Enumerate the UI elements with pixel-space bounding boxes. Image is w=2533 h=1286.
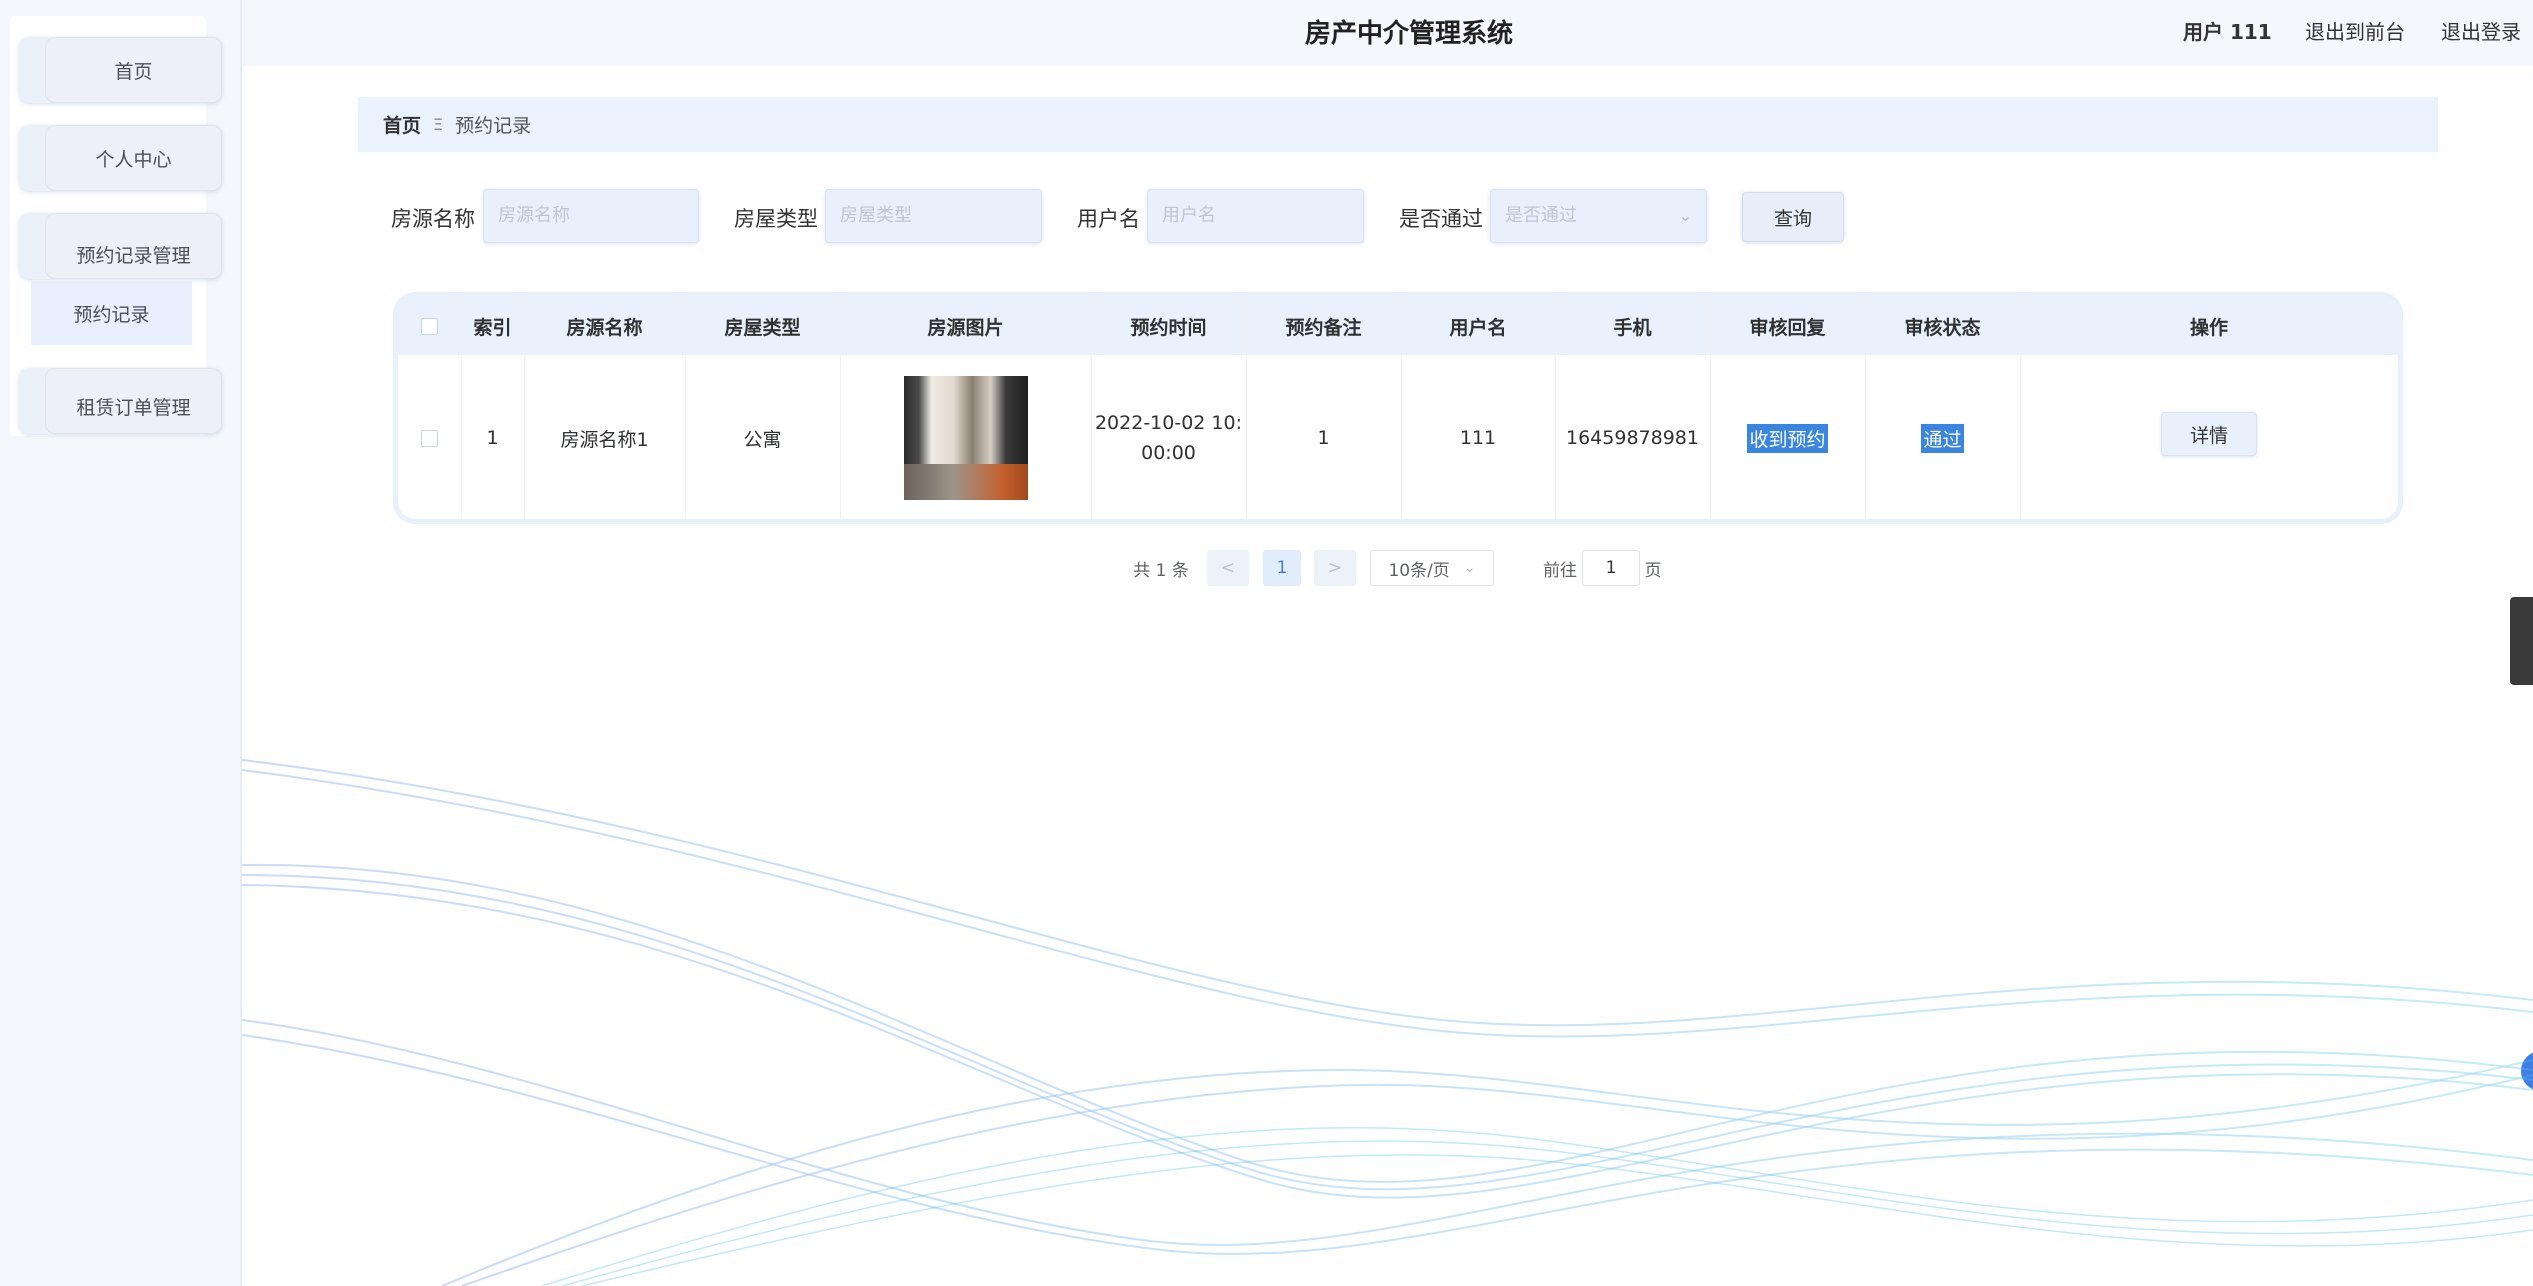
row-checkbox[interactable] <box>398 355 461 519</box>
goto-label: 前往 <box>1543 560 1577 581</box>
breadcrumb-separator-icon: Ξ <box>433 115 444 134</box>
sidebar-item-label: 首页 <box>45 37 222 103</box>
appointment-table: 索引 房源名称 房屋类型 房源图片 预约时间 预约备注 用户名 手机 审核回复 … <box>393 292 2403 524</box>
cell-review-reply: 收到预约 <box>1710 355 1865 519</box>
col-header-house-name: 房源名称 <box>566 316 643 339</box>
query-button[interactable]: 查询 <box>1742 192 1844 242</box>
approved-label: 是否通过 <box>1399 207 1483 231</box>
cell-house-image <box>840 355 1091 519</box>
house-name-input[interactable]: 房源名称 <box>483 189 699 243</box>
sidebar-item-label: 租赁订单管理 <box>45 368 222 434</box>
house-photo[interactable] <box>903 376 1028 500</box>
sidebar-item-label: 个人中心 <box>45 125 222 191</box>
select-all-checkbox[interactable] <box>398 297 461 355</box>
house-name-label: 房源名称 <box>391 207 475 231</box>
col-header-appointment-time: 预约时间 <box>1130 316 1207 339</box>
cell-username: 111 <box>1459 427 1497 449</box>
app-title: 房产中介管理系统 <box>1305 19 1514 49</box>
cell-phone: 16459878981 <box>1566 427 1699 449</box>
goto-page-input[interactable]: 1 <box>1582 550 1640 586</box>
review-reply-text: 收到预约 <box>1747 423 1828 453</box>
house-type-label: 房屋类型 <box>734 207 818 231</box>
detail-button[interactable]: 详情 <box>2161 412 2257 456</box>
cell-house-name: 房源名称1 <box>560 428 649 451</box>
cell-house-type: 公寓 <box>743 428 782 451</box>
cell-remark: 1 <box>1317 427 1330 449</box>
page-size-value: 10条/页 <box>1388 560 1450 581</box>
col-header-actions: 操作 <box>2189 316 2228 339</box>
next-page-button[interactable]: > <box>1314 550 1356 586</box>
chevron-down-icon: ⌄ <box>1678 206 1692 225</box>
cell-actions: 详情 <box>2020 355 2398 519</box>
sidebar-subitem-appointment-records[interactable]: 预约记录 <box>31 281 192 345</box>
sidebar-item-home[interactable]: 首页 <box>19 37 222 103</box>
appointment-time-line2: 00:00 <box>1141 442 1196 464</box>
background-waves <box>242 759 2533 1286</box>
sidebar: 首页 个人中心 预约记录管理 预约记录 租赁订单管理 <box>0 0 242 1286</box>
appointment-time-line1: 2022-10-02 10: <box>1094 412 1243 434</box>
approved-select-placeholder: 是否通过 <box>1505 205 1577 226</box>
username-input[interactable]: 用户名 <box>1147 189 1364 243</box>
col-header-house-type: 房屋类型 <box>724 316 801 339</box>
username-label: 用户名 <box>1077 207 1140 231</box>
breadcrumb-current: 预约记录 <box>455 115 532 137</box>
breadcrumb-home[interactable]: 首页 <box>383 111 421 138</box>
col-header-house-image: 房源图片 <box>927 316 1004 339</box>
page-size-select[interactable]: 10条/页 ⌄ <box>1370 550 1494 586</box>
cell-index: 1 <box>486 427 499 449</box>
sidebar-item-rental-orders[interactable]: 租赁订单管理 <box>19 368 222 434</box>
house-type-input[interactable]: 房屋类型 <box>825 189 1042 243</box>
breadcrumb: 首页 Ξ 预约记录 <box>358 97 2438 152</box>
col-header-index: 索引 <box>473 316 512 339</box>
col-header-remark: 预约备注 <box>1285 316 1362 339</box>
col-header-review-reply: 审核回复 <box>1749 316 1826 339</box>
back-to-front-link[interactable]: 退出到前台 <box>2305 16 2405 45</box>
sidebar-item-appointment-management[interactable]: 预约记录管理 <box>19 213 222 279</box>
approved-select[interactable]: 是否通过 ⌄ <box>1490 189 1707 243</box>
col-header-review-status: 审核状态 <box>1904 316 1981 339</box>
current-user: 用户 111 <box>2183 20 2272 44</box>
pagination-total: 共 1 条 <box>1133 560 1189 581</box>
col-header-username: 用户名 <box>1449 316 1507 339</box>
cell-appointment-time: 2022-10-02 10: 00:00 <box>1091 355 1246 519</box>
logout-link[interactable]: 退出登录 <box>2441 16 2521 45</box>
chevron-down-icon: ⌄ <box>1463 560 1476 576</box>
sidebar-item-label: 预约记录管理 <box>45 213 222 279</box>
page-number-1[interactable]: 1 <box>1263 550 1301 586</box>
cell-review-status: 通过 <box>1865 355 2020 519</box>
review-status-text: 通过 <box>1921 423 1964 453</box>
col-header-phone: 手机 <box>1613 316 1652 339</box>
sidebar-item-profile[interactable]: 个人中心 <box>19 125 222 191</box>
prev-page-button[interactable]: < <box>1207 550 1249 586</box>
page-suffix: 页 <box>1644 560 1662 581</box>
